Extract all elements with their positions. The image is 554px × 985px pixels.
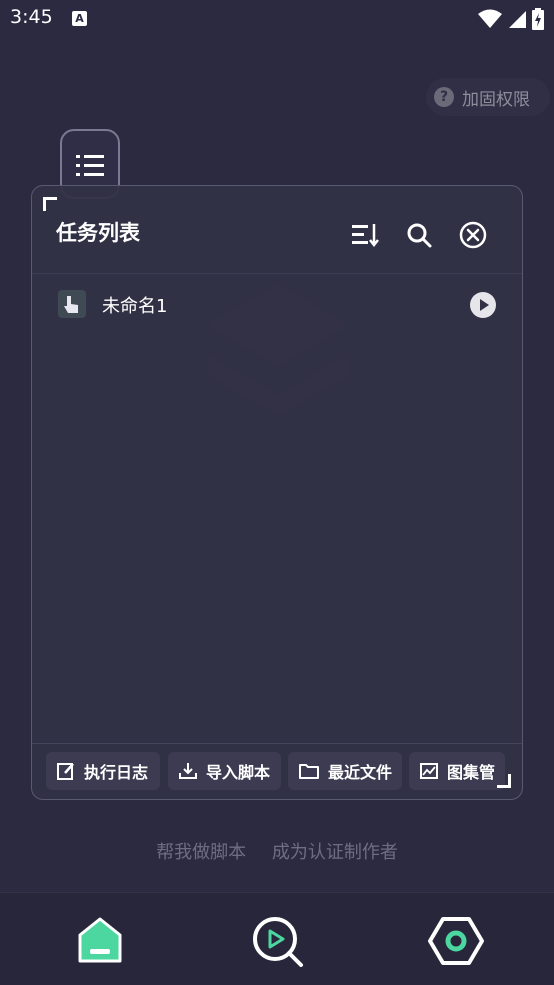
play-search-icon[interactable] [249, 913, 305, 969]
gallery-manager-button[interactable]: 图集管 [409, 752, 505, 790]
folder-icon [299, 764, 319, 779]
panel-title: 任务列表 [56, 221, 140, 245]
task-thumbnail [58, 290, 86, 318]
task-list-panel: 任务列表 未命名1 执行日志 导入脚本 最近文件 图集管 [31, 185, 523, 800]
status-bar: 3:45 A [0, 0, 554, 40]
home-icon[interactable] [72, 913, 128, 969]
task-name: 未命名1 [102, 296, 168, 317]
play-icon [480, 299, 489, 311]
help-make-script-link[interactable]: 帮我做脚本 [156, 842, 246, 863]
reinforce-label: 加固权限 [462, 89, 530, 110]
close-icon[interactable] [458, 220, 488, 250]
notification-a-icon: A [72, 11, 87, 26]
execution-log-button[interactable]: 执行日志 [46, 752, 160, 790]
status-time: 3:45 [10, 6, 53, 28]
execution-log-label: 执行日志 [84, 763, 149, 782]
reinforce-permission-button[interactable]: ? 加固权限 [426, 78, 550, 116]
become-author-link[interactable]: 成为认证制作者 [272, 842, 398, 863]
resize-corner-bottom-right[interactable] [497, 774, 511, 788]
download-icon [179, 763, 197, 779]
wifi-icon [478, 9, 502, 28]
help-icon: ? [434, 87, 454, 107]
panel-footer: 执行日志 导入脚本 最近文件 图集管 [32, 743, 522, 799]
tap-hand-icon [64, 296, 78, 313]
sort-icon[interactable] [350, 220, 380, 250]
import-script-label: 导入脚本 [206, 763, 271, 782]
panel-header: 任务列表 [32, 186, 522, 274]
recent-files-button[interactable]: 最近文件 [288, 752, 402, 790]
gallery-icon [420, 763, 438, 779]
bottom-nav [0, 892, 554, 985]
status-icons [478, 8, 544, 30]
import-script-button[interactable]: 导入脚本 [168, 752, 281, 790]
settings-hexagon-icon[interactable] [428, 913, 484, 969]
task-play-button[interactable] [470, 292, 496, 318]
recent-files-label: 最近文件 [328, 763, 393, 782]
battery-icon [532, 8, 544, 30]
gallery-manager-label: 图集管 [447, 763, 496, 782]
signal-icon [509, 11, 526, 28]
edit-icon [57, 763, 74, 780]
task-row[interactable]: 未命名1 [32, 278, 522, 332]
helper-links: 帮我做脚本 成为认证制作者 [0, 838, 554, 864]
search-icon[interactable] [404, 220, 434, 250]
